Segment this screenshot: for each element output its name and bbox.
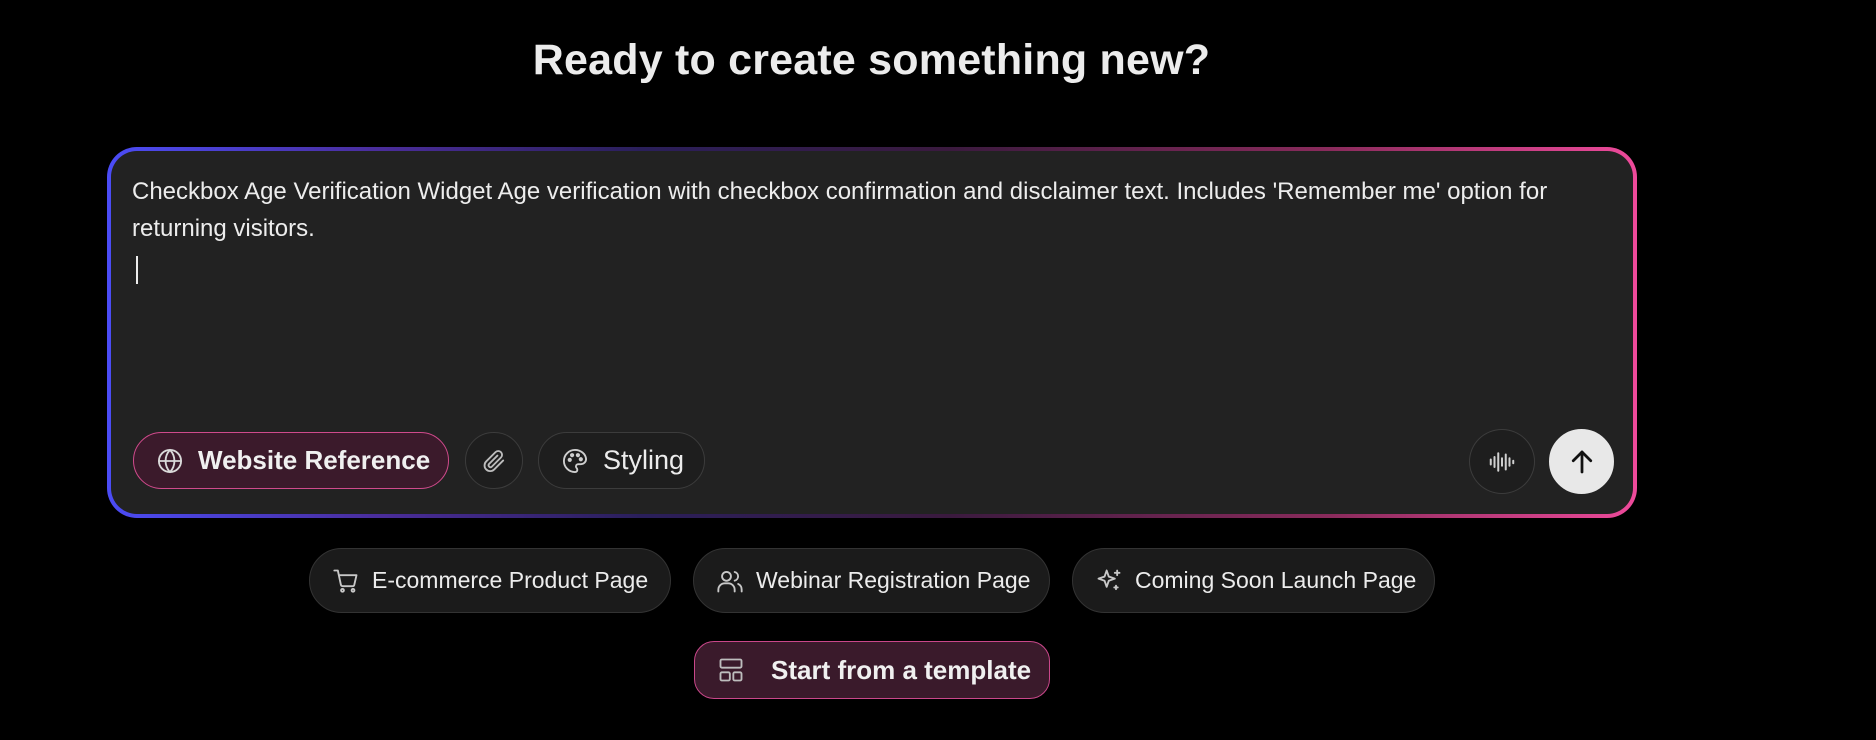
- cart-icon: [333, 569, 358, 593]
- text-caret: [136, 256, 138, 284]
- website-reference-label: Website Reference: [198, 445, 431, 475]
- send-button[interactable]: [1549, 429, 1614, 494]
- sparkles-icon: [1097, 569, 1121, 590]
- page-title: Ready to create something new?: [532, 36, 1211, 84]
- prompt-box: Checkbox Age Verification Widget Age ver…: [107, 147, 1637, 518]
- suggestion-ecommerce-product-page[interactable]: E-commerce Product Page: [309, 548, 671, 613]
- styling-label: Styling: [603, 445, 685, 475]
- voice-input-button[interactable]: [1469, 429, 1535, 494]
- suggestion-label: Coming Soon Launch Page: [1135, 567, 1417, 593]
- attach-button[interactable]: [465, 432, 523, 489]
- app-root: Ready to create something new? Checkbox …: [0, 0, 1876, 740]
- audio-waveform-icon: [1489, 451, 1515, 472]
- layout-icon: [719, 658, 743, 682]
- prompt-input[interactable]: Checkbox Age Verification Widget Age ver…: [132, 173, 1612, 247]
- arrow-up-icon: [1571, 450, 1592, 473]
- suggestion-webinar-registration-page[interactable]: Webinar Registration Page: [693, 548, 1050, 613]
- globe-icon: [157, 448, 183, 473]
- prompt-panel[interactable]: Checkbox Age Verification Widget Age ver…: [111, 151, 1633, 514]
- start-from-template-label: Start from a template: [771, 654, 1032, 685]
- styling-button[interactable]: Styling: [538, 432, 705, 489]
- users-icon: [717, 570, 743, 592]
- website-reference-button[interactable]: Website Reference: [133, 432, 449, 489]
- paperclip-icon: [483, 449, 505, 472]
- suggestion-coming-soon-launch-page[interactable]: Coming Soon Launch Page: [1072, 548, 1435, 613]
- start-from-template-button[interactable]: Start from a template: [694, 641, 1050, 699]
- suggestion-label: E-commerce Product Page: [372, 567, 649, 593]
- suggestion-label: Webinar Registration Page: [756, 567, 1031, 593]
- palette-icon: [563, 448, 588, 473]
